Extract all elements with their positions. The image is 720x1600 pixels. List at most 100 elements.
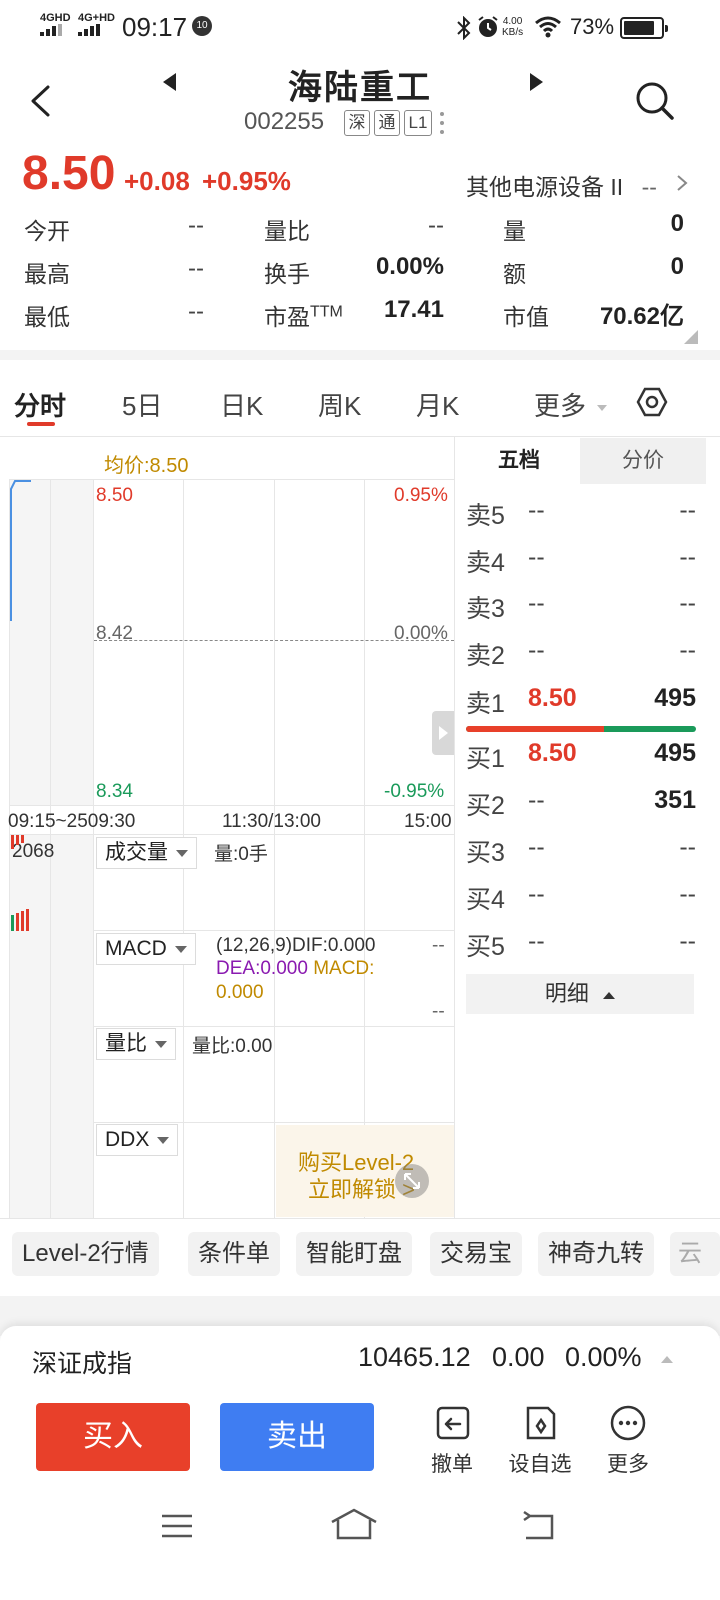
- buy-level-5[interactable]: 买5 -- --: [466, 927, 696, 963]
- buy-level-volume: --: [679, 833, 696, 861]
- chip-conditional-order[interactable]: 条件单: [188, 1232, 280, 1276]
- tab-daily-k[interactable]: 日K: [220, 386, 263, 423]
- caret-up-icon: [603, 991, 616, 999]
- macd-right-bottom: --: [432, 1001, 445, 1022]
- stat-label-open: 今开: [24, 218, 70, 244]
- more-label: 更多: [607, 1453, 649, 1476]
- stat-label-market-cap: 市值: [503, 304, 549, 330]
- grid-line: [274, 479, 275, 1219]
- buy-level-1[interactable]: 买1 8.50 495: [466, 739, 696, 775]
- stat-label-low: 最低: [24, 304, 70, 330]
- sell-level-2[interactable]: 卖4 -- --: [466, 543, 696, 579]
- stat-value-market-cap: 70.62亿: [599, 303, 684, 330]
- caret-down-icon: [155, 1040, 167, 1048]
- battery-percent: 73%: [570, 14, 615, 39]
- index-change-pct: 0.00%: [565, 1342, 642, 1372]
- buy-level-price: 8.50: [528, 739, 577, 767]
- expand-arrows-icon[interactable]: [394, 1163, 430, 1199]
- sell-level-volume: --: [679, 589, 696, 617]
- level2-promo[interactable]: 购买Level-2 立即解锁 >: [276, 1125, 454, 1217]
- undo-order-icon: [436, 1406, 470, 1440]
- detail-button[interactable]: 明细: [466, 974, 694, 1014]
- back-nav-icon[interactable]: [520, 1510, 556, 1542]
- price-change-pct: +0.95%: [202, 166, 291, 196]
- buy-level-label: 买3: [466, 839, 505, 867]
- y-left-mid: 8.42: [96, 623, 133, 644]
- search-icon[interactable]: [634, 80, 676, 122]
- buy-level-2[interactable]: 买2 -- 351: [466, 786, 696, 822]
- menu-icon[interactable]: [160, 1512, 194, 1540]
- tab-monthly-k[interactable]: 月K: [416, 386, 459, 423]
- grid-line: [454, 437, 455, 1219]
- sell-level-volume: --: [679, 543, 696, 571]
- buy-level-volume: 351: [654, 786, 696, 814]
- wifi-icon: [535, 16, 561, 38]
- ddx-indicator-label: DDX: [105, 1128, 150, 1151]
- intraday-chart[interactable]: 均价:8.50 8.50 8.42 8.34 0.95% 0.00% -0.95…: [0, 437, 456, 1219]
- sim2-signal: 4G+HD: [78, 12, 115, 36]
- chip-magic-nine[interactable]: 神奇九转: [538, 1232, 654, 1276]
- buy-level-label: 买5: [466, 933, 505, 961]
- stat-label-volume-ratio: 量比: [264, 218, 310, 244]
- volume-bars: [11, 835, 29, 931]
- sector-link[interactable]: 其他电源设备 II --: [466, 168, 657, 202]
- home-icon[interactable]: [330, 1508, 378, 1542]
- caret-up-icon[interactable]: [660, 1354, 674, 1364]
- ddx-indicator-select[interactable]: DDX: [96, 1124, 179, 1156]
- more-vertical-icon[interactable]: [438, 110, 446, 136]
- expand-corner-icon[interactable]: [684, 330, 698, 344]
- caret-down-icon: [176, 849, 188, 857]
- sell-level-4[interactable]: 卖2 -- --: [466, 636, 696, 672]
- chip-trade-treasure[interactable]: 交易宝: [430, 1232, 522, 1276]
- sector-name: 其他电源设备 II: [466, 174, 624, 200]
- chip-smart-watch[interactable]: 智能盯盘: [296, 1232, 412, 1276]
- sell-level-price: --: [528, 496, 545, 524]
- buy-level-price: --: [528, 833, 545, 861]
- macd-indicator-label: MACD: [105, 937, 167, 960]
- tab-five-levels[interactable]: 五档: [458, 438, 580, 484]
- index-name[interactable]: 深证成指: [32, 1344, 132, 1380]
- buy-button[interactable]: 买入: [36, 1403, 190, 1471]
- stat-value-open: --: [188, 212, 204, 239]
- chip-level2[interactable]: Level-2行情: [12, 1232, 159, 1276]
- stat-value-volume: 0: [670, 210, 684, 237]
- price-change: +0.08: [124, 166, 190, 196]
- add-favorite-icon: [526, 1406, 556, 1440]
- ratio-indicator-label: 量比: [105, 1032, 147, 1055]
- tab-price-distribution[interactable]: 分价: [580, 438, 706, 484]
- sell-level-price: --: [528, 543, 545, 571]
- volume-indicator-select[interactable]: 成交量: [96, 837, 197, 869]
- sell-level-volume: 495: [654, 684, 696, 712]
- tab-weekly-k[interactable]: 周K: [318, 386, 361, 423]
- sell-level-1[interactable]: 卖5 -- --: [466, 496, 696, 532]
- ratio-indicator-select[interactable]: 量比: [96, 1028, 176, 1060]
- sim1-label: 4GHD: [40, 12, 71, 24]
- tab-5day[interactable]: 5日: [122, 386, 162, 423]
- macd-indicator-select[interactable]: MACD: [96, 933, 196, 965]
- buy-level-4[interactable]: 买4 -- --: [466, 880, 696, 916]
- sell-level-volume: --: [679, 636, 696, 664]
- chevron-right-icon[interactable]: [676, 174, 688, 192]
- sell-level-3[interactable]: 卖3 -- --: [466, 589, 696, 625]
- grid-line: [364, 479, 365, 1219]
- x-label-open: 09:15~2509:30: [8, 811, 136, 832]
- macd-values: DEA:0.000 MACD:: [216, 958, 375, 979]
- more-actions-button[interactable]: 更多: [588, 1404, 668, 1480]
- add-favorite-button[interactable]: 设自选: [500, 1404, 580, 1480]
- collapse-orderbook-handle[interactable]: [432, 711, 454, 755]
- sell-button[interactable]: 卖出: [220, 1403, 374, 1471]
- sell-level-5[interactable]: 卖1 8.50 495: [466, 684, 696, 720]
- tab-more[interactable]: 更多: [534, 386, 608, 423]
- y-right-bottom: -0.95%: [384, 781, 445, 802]
- cancel-order-button[interactable]: 撤单: [412, 1404, 492, 1480]
- tab-intraday[interactable]: 分时: [14, 386, 66, 423]
- hexagon-settings-icon[interactable]: [636, 386, 668, 418]
- y-right-top: 0.95%: [394, 485, 448, 506]
- buy-level-3[interactable]: 买3 -- --: [466, 833, 696, 869]
- buy-level-label: 买4: [466, 886, 505, 914]
- next-stock-icon[interactable]: [528, 72, 546, 92]
- chip-cloud[interactable]: 云: [670, 1232, 720, 1276]
- stat-value-volume-ratio: --: [428, 212, 444, 239]
- current-price: 8.50: [22, 147, 116, 200]
- caret-down-icon: [157, 1136, 170, 1144]
